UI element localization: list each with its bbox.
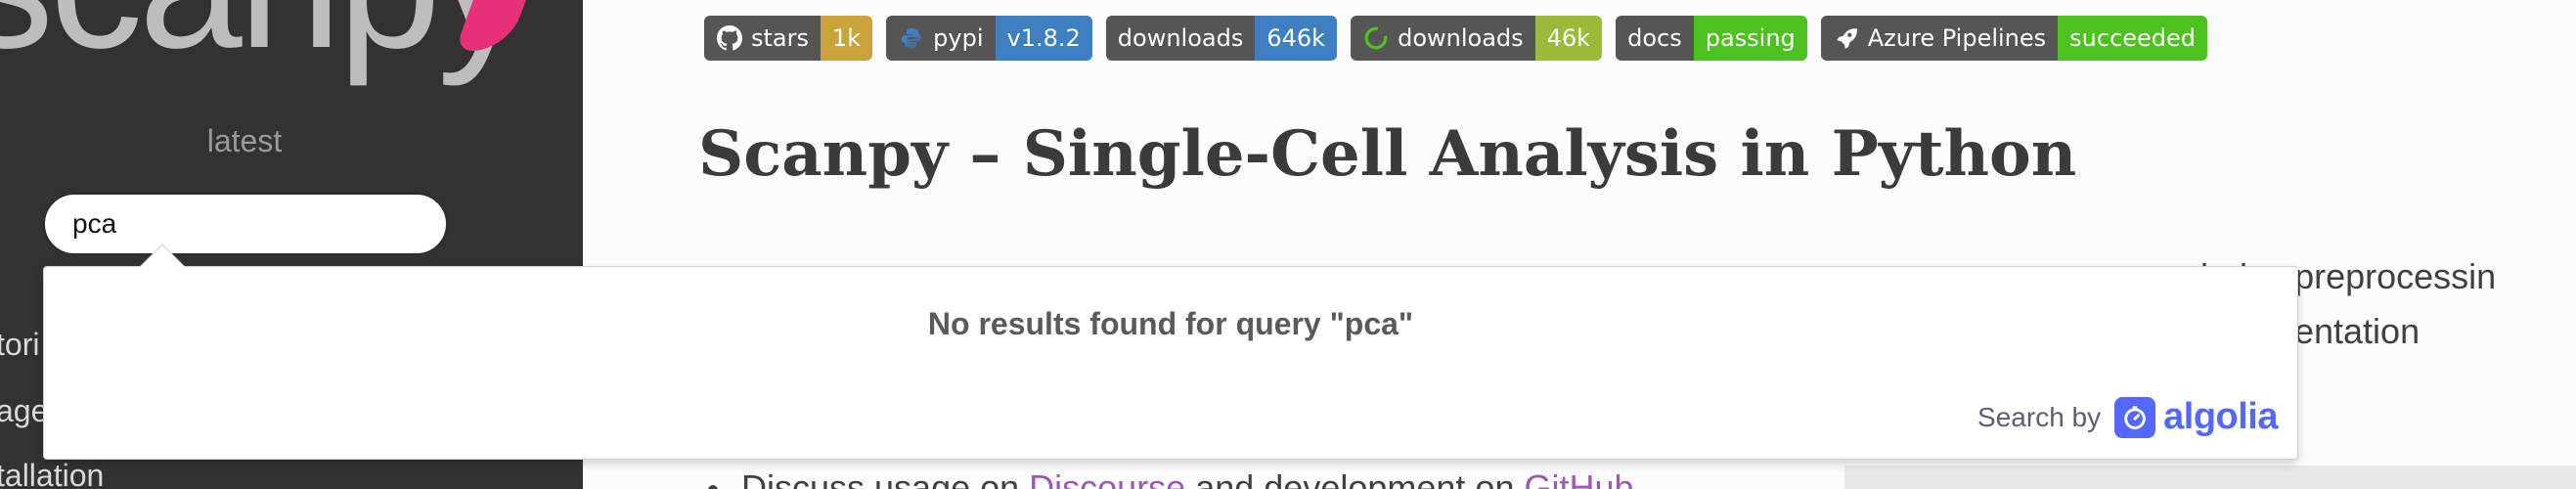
- badge-label: Azure Pipelines: [1867, 24, 2047, 52]
- sidebar-item-tutorials[interactable]: tori: [0, 327, 39, 363]
- badge-label: downloads: [1117, 24, 1244, 52]
- search-input[interactable]: [43, 193, 448, 255]
- github-icon: [716, 24, 743, 52]
- badge-downloads-conda[interactable]: downloads 46k: [1351, 16, 1603, 61]
- badge-stars[interactable]: stars 1k: [704, 16, 873, 61]
- badge-label: stars: [751, 24, 809, 52]
- side-panel: [1844, 466, 2576, 489]
- badge-value: 646k: [1255, 16, 1338, 61]
- github-link[interactable]: GitHub: [1524, 467, 1633, 489]
- conda-icon: [1362, 24, 1390, 52]
- bullet-icon: [708, 485, 718, 489]
- algolia-logo: algolia: [2114, 396, 2278, 438]
- algolia-wordmark: algolia: [2163, 396, 2278, 437]
- discourse-link[interactable]: Discourse: [1029, 467, 1185, 489]
- scanpy-logo[interactable]: scanpy: [0, 0, 530, 76]
- list-item: Discuss usage on Discourse and developme…: [708, 467, 1634, 489]
- version-label: latest: [206, 123, 283, 158]
- badge-value: succeeded: [2058, 16, 2208, 61]
- badge-docs[interactable]: docs passing: [1616, 16, 1807, 61]
- badge-label: pypi: [933, 24, 984, 52]
- badge-value: v1.8.2: [995, 16, 1092, 61]
- badge-value: 1k: [821, 16, 873, 61]
- rocket-icon: [1833, 24, 1860, 52]
- no-results-message: No results found for query "pca": [927, 306, 1414, 341]
- algolia-stopwatch-icon: [2114, 396, 2156, 438]
- python-icon: [898, 24, 925, 52]
- search-by-algolia[interactable]: Search by algolia: [1977, 396, 2278, 438]
- search-results-dropdown: No results found for query "pca" Search …: [43, 266, 2298, 460]
- badge-pypi[interactable]: pypi v1.8.2: [886, 16, 1092, 61]
- badge-label: docs: [1627, 24, 1682, 52]
- badge-row: stars 1k pypi v1.8.2 downloads 646k down…: [704, 16, 2208, 61]
- badge-downloads-pypi[interactable]: downloads 646k: [1105, 16, 1338, 61]
- badge-value: 46k: [1534, 16, 1603, 61]
- sidebar-item-usage[interactable]: age: [0, 393, 48, 429]
- badge-value: passing: [1693, 16, 1807, 61]
- badge-label: downloads: [1398, 24, 1524, 52]
- badge-azure-pipelines[interactable]: Azure Pipelines succeeded: [1820, 16, 2208, 61]
- sidebar-item-installation[interactable]: tallation: [0, 458, 104, 489]
- search-by-label: Search by: [1977, 401, 2102, 432]
- page-title: Scanpy – Single-Cell Analysis in Python: [698, 117, 2077, 191]
